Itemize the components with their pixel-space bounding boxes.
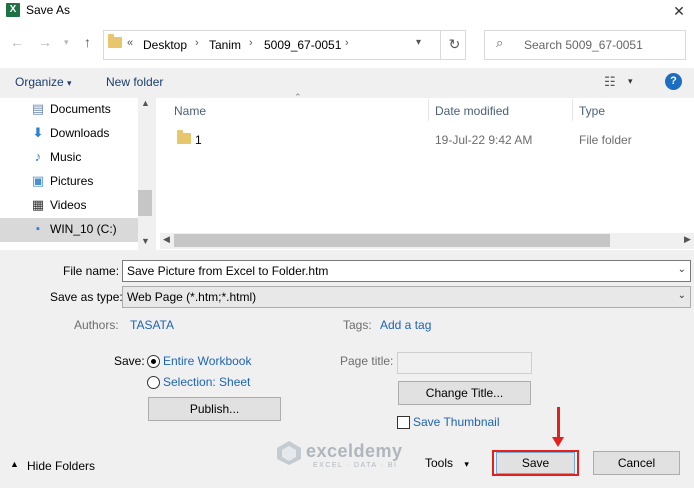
breadcrumb-chevron-icon[interactable]: ›	[249, 37, 253, 49]
selection-sheet-radio[interactable]	[147, 376, 160, 389]
folder-icon	[177, 130, 191, 144]
search-icon: ⌕	[496, 35, 504, 50]
scroll-left-icon[interactable]: ◀	[163, 234, 170, 245]
breadcrumb-chevron-icon[interactable]: ›	[195, 37, 199, 49]
nav-scrollbar[interactable]	[138, 98, 152, 250]
file-name-label: File name:	[63, 264, 120, 278]
up-arrow-icon[interactable]: ↑	[84, 34, 91, 50]
sidebar-item-label: Downloads	[50, 126, 110, 140]
file-name-field[interactable]: Save Picture from Excel to Folder.htm ⌄	[122, 260, 691, 282]
view-options-icon[interactable]: ☷	[604, 74, 616, 90]
annotation-arrow	[557, 407, 560, 439]
entire-workbook-label[interactable]: Entire Workbook	[163, 354, 251, 368]
breadcrumb-chevron-icon[interactable]: ›	[345, 37, 349, 49]
file-row-name[interactable]: 1	[195, 133, 202, 147]
authors-value[interactable]: TASATA	[130, 318, 174, 332]
column-divider[interactable]	[572, 99, 573, 121]
page-title-label: Page title:	[340, 354, 394, 368]
videos-icon: ▦	[31, 197, 45, 212]
address-dropdown-icon[interactable]: ▾	[416, 37, 421, 48]
back-arrow-icon[interactable]: ←	[10, 34, 24, 50]
music-icon: ♪	[34, 149, 42, 164]
exceldemy-logo	[277, 441, 301, 465]
nav-scrollbar-thumb[interactable]	[138, 190, 152, 216]
sidebar-item-label: Music	[50, 150, 82, 164]
sidebar-item-pictures[interactable]: ▣ Pictures	[30, 170, 140, 194]
breadcrumb-desktop[interactable]: Desktop	[143, 38, 187, 52]
search-placeholder: Search 5009_67-0051	[524, 38, 643, 52]
help-icon[interactable]: ?	[665, 73, 682, 90]
change-title-button[interactable]: Change Title...	[398, 381, 531, 405]
file-row-type: File folder	[579, 133, 632, 147]
annotation-arrow-head	[552, 437, 564, 447]
save-as-type-select[interactable]: Web Page (*.htm;*.html) ⌄	[122, 286, 691, 308]
breadcrumb-folder[interactable]: 5009_67-0051	[264, 38, 341, 52]
column-header-date[interactable]: Date modified	[435, 104, 509, 118]
save-button-highlight	[492, 450, 579, 476]
close-button[interactable]: ✕	[664, 0, 694, 22]
file-list	[156, 98, 694, 250]
chevron-down-icon[interactable]: ▾	[628, 76, 633, 87]
save-as-type-value: Web Page (*.htm;*.html)	[127, 290, 257, 304]
file-row-date: 19-Jul-22 9:42 AM	[435, 133, 533, 147]
forward-arrow-icon[interactable]: →	[38, 34, 52, 50]
downloads-icon: ⬇	[32, 125, 44, 140]
save-thumbnail-checkbox[interactable]	[397, 416, 410, 429]
scroll-down-icon[interactable]: ▼	[141, 236, 150, 246]
new-folder-button[interactable]: New folder	[106, 75, 163, 89]
chevron-down-icon: ▾	[67, 78, 72, 88]
cancel-button[interactable]: Cancel	[593, 451, 680, 475]
sidebar-item-drive-c[interactable]: ▪ WIN_10 (C:)	[30, 218, 140, 242]
sidebar-item-label: Videos	[50, 198, 87, 212]
sidebar-item-videos[interactable]: ▦ Videos	[30, 194, 140, 218]
folder-icon	[108, 34, 122, 48]
chevron-down-icon: ▾	[464, 459, 469, 469]
recent-locations-chevron-icon[interactable]: ▾	[64, 37, 69, 48]
title-bar	[0, 0, 694, 22]
chevron-down-icon[interactable]: ⌄	[678, 264, 686, 275]
sidebar-item-documents[interactable]: ▤ Documents	[30, 98, 140, 122]
breadcrumb-overflow[interactable]: «	[127, 37, 133, 49]
excel-app-icon: X	[6, 3, 20, 17]
entire-workbook-radio[interactable]	[147, 355, 160, 368]
command-bar	[0, 68, 694, 98]
file-name-value: Save Picture from Excel to Folder.htm	[127, 264, 329, 278]
hide-folders-button[interactable]: Hide Folders	[27, 459, 95, 473]
sidebar-item-label: Documents	[50, 102, 111, 116]
sidebar-item-music[interactable]: ♪ Music	[30, 146, 140, 170]
breadcrumb-tanim[interactable]: Tanim	[209, 38, 241, 52]
chevron-down-icon[interactable]: ⌄	[678, 290, 686, 301]
refresh-icon[interactable]: ↻	[440, 30, 468, 60]
sort-indicator-icon: ⌃	[294, 92, 302, 102]
authors-label: Authors:	[74, 318, 119, 332]
pictures-icon: ▣	[31, 173, 45, 188]
column-divider[interactable]	[428, 99, 429, 121]
horizontal-scrollbar-thumb[interactable]	[174, 234, 610, 247]
selection-sheet-label[interactable]: Selection: Sheet	[163, 375, 250, 389]
scroll-right-icon[interactable]: ▶	[684, 234, 691, 245]
column-header-type[interactable]: Type	[579, 104, 605, 118]
window-title: Save As	[26, 3, 71, 17]
chevron-up-icon[interactable]: ▲	[10, 459, 19, 469]
save-as-type-label: Save as type:	[50, 290, 123, 304]
scroll-up-icon[interactable]: ▲	[141, 98, 150, 108]
sidebar-item-label: WIN_10 (C:)	[50, 222, 117, 236]
sidebar-item-label: Pictures	[50, 174, 94, 188]
organize-menu[interactable]: Organize ▾	[15, 75, 72, 89]
tools-menu[interactable]: Tools ▾	[425, 456, 469, 470]
column-header-name[interactable]: Name	[174, 104, 206, 118]
page-title-field	[397, 352, 532, 374]
tags-label: Tags:	[343, 318, 372, 332]
save-thumbnail-label[interactable]: Save Thumbnail	[413, 415, 500, 429]
watermark-name: exceldemy	[306, 441, 403, 461]
tags-input[interactable]: Add a tag	[380, 318, 431, 332]
sidebar-item-downloads[interactable]: ⬇ Downloads	[30, 122, 140, 146]
save-scope-label: Save:	[114, 354, 145, 368]
drive-icon: ▪	[36, 223, 40, 235]
documents-icon: ▤	[31, 101, 45, 116]
publish-button[interactable]: Publish...	[148, 397, 281, 421]
watermark-tagline: EXCEL · DATA · BI	[313, 462, 398, 469]
